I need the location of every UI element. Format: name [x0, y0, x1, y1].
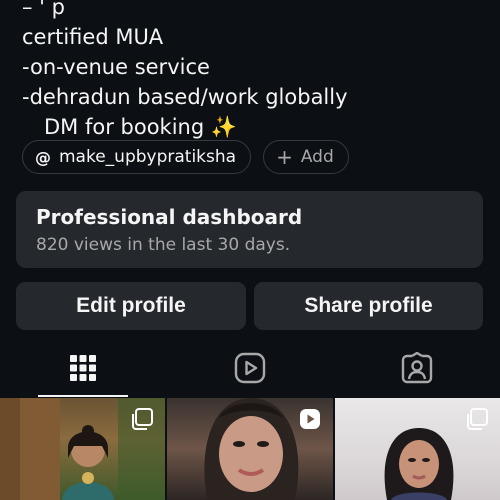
threads-handle: make_upbypratiksha	[59, 147, 237, 167]
profile-tabs	[0, 340, 500, 398]
post-thumbnail[interactable]	[334, 398, 500, 500]
posts-grid	[0, 398, 500, 500]
bio-line-4-text: DM for booking	[44, 115, 205, 139]
tab-posts-grid[interactable]	[38, 340, 128, 396]
threads-link-chip[interactable]: @ make_upbypratiksha	[22, 140, 252, 174]
add-label: Add	[300, 147, 334, 167]
post-thumbnail[interactable]	[167, 398, 333, 500]
dashboard-title: Professional dashboard	[36, 205, 303, 229]
active-tab-indicator	[38, 395, 128, 397]
carousel-icon	[466, 408, 488, 430]
professional-dashboard[interactable]: Professional dashboard 820 views in the …	[16, 191, 483, 268]
dashboard-views: 820 views in the last 30 days.	[36, 235, 291, 255]
plus-icon: +	[276, 145, 293, 169]
carousel-icon	[132, 408, 154, 430]
bio-line-4: DM for booking ✨	[22, 112, 482, 142]
reel-play-icon	[299, 409, 320, 429]
bio-line-1: certified MUA	[22, 25, 164, 49]
add-link-chip[interactable]: + Add	[263, 140, 349, 174]
reels-icon	[234, 352, 266, 384]
grid-icon	[70, 355, 96, 381]
bio-partial-line: – ' p	[22, 0, 65, 19]
sparkles-emoji: ✨	[210, 115, 238, 139]
tagged-person-icon	[401, 352, 433, 384]
tab-reels[interactable]	[205, 340, 295, 396]
profile-chips: @ make_upbypratiksha + Add	[22, 140, 349, 174]
threads-icon: @	[35, 147, 51, 167]
post-thumbnail[interactable]	[0, 398, 166, 500]
edit-profile-button[interactable]: Edit profile	[16, 282, 246, 330]
tab-tagged[interactable]	[372, 340, 462, 396]
bio-line-3: -dehradun based/work globally	[22, 85, 348, 109]
profile-bio: – ' p certified MUA -on-venue service -d…	[22, 0, 482, 142]
bio-line-2: -on-venue service	[22, 55, 210, 79]
share-profile-button[interactable]: Share profile	[254, 282, 483, 330]
